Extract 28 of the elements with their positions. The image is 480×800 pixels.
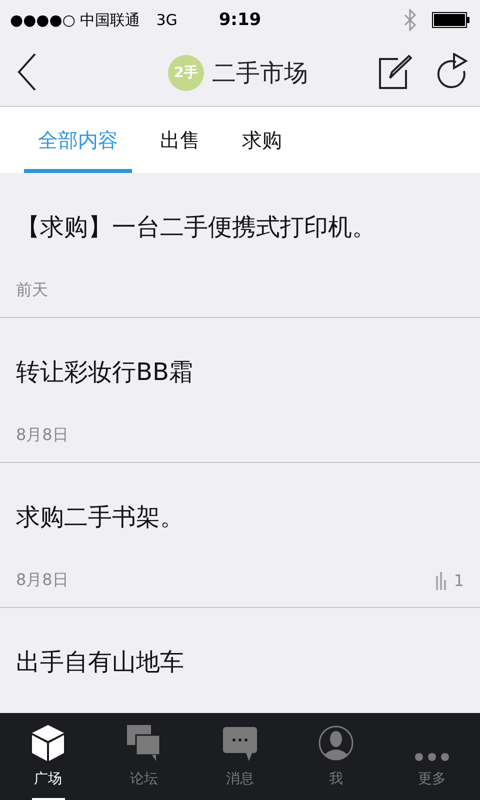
- network-type: 3G: [156, 10, 178, 30]
- carrier-text: ●●●●○ 中国联通: [10, 10, 140, 30]
- view-count: 1: [454, 571, 464, 590]
- bar-chart-icon: [436, 572, 448, 590]
- logo-badge: 2手: [168, 55, 204, 91]
- filter-tab[interactable]: 求购: [228, 107, 296, 173]
- cube-icon: [31, 724, 65, 762]
- post-title[interactable]: 【求购】一台二手便携式打印机。: [16, 211, 464, 243]
- avatar-icon: [318, 724, 354, 762]
- battery-icon: [432, 12, 470, 28]
- tab-bar-item[interactable]: 论坛: [96, 713, 192, 800]
- post-title[interactable]: 求购二手书架。: [16, 501, 464, 533]
- filter-tab[interactable]: 出售: [146, 107, 214, 173]
- post-title[interactable]: 出手自有山地车: [16, 646, 464, 678]
- tab-bar-item[interactable]: 更多: [384, 713, 480, 800]
- post-date: 8月8日: [16, 425, 70, 446]
- post-date: 8月8日: [16, 570, 70, 591]
- chat-bubbles-icon: [126, 724, 162, 762]
- tab-bar-item[interactable]: 我: [288, 713, 384, 800]
- bluetooth-icon: [404, 9, 416, 31]
- clock-time: 9:19: [218, 10, 262, 30]
- more-icon: [414, 752, 450, 762]
- tab-bar-item[interactable]: 广场: [0, 713, 96, 800]
- message-icon: [222, 726, 258, 762]
- tab-bar-item[interactable]: 消息: [192, 713, 288, 800]
- page-title: 二手市场: [212, 58, 308, 89]
- post-date: 前天: [16, 280, 49, 301]
- post-title[interactable]: 转让彩妆行BB霜: [16, 356, 464, 388]
